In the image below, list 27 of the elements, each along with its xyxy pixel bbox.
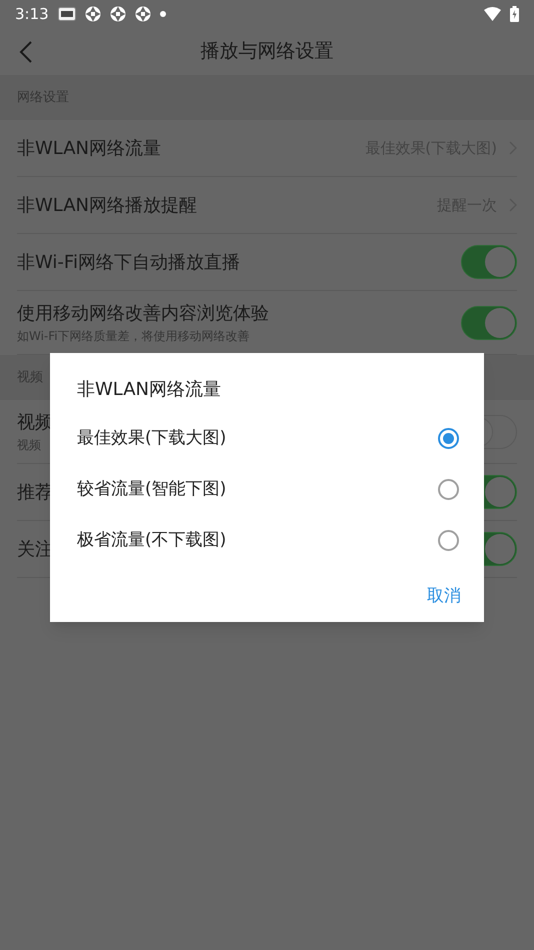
radio-button[interactable] [438, 479, 459, 500]
setting-label: 使用移动网络改善内容浏览体验 [17, 302, 269, 326]
radio-option[interactable]: 较省流量(智能下图) [77, 464, 457, 515]
option-label: 最佳效果(下载大图) [77, 426, 226, 450]
wifi-icon [484, 7, 501, 21]
page-title: 播放与网络设置 [200, 39, 334, 64]
news-app-icon [58, 7, 76, 21]
app-notification-icon [84, 6, 101, 22]
option-label: 极省流量(不下载图) [77, 528, 226, 552]
radio-option[interactable]: 最佳效果(下载大图) [77, 413, 457, 464]
battery-icon [510, 6, 519, 22]
setting-label: 非Wi-Fi网络下自动播放直播 [17, 250, 240, 274]
status-time: 3:13 [15, 4, 49, 25]
setting-label: 非WLAN网络流量 [17, 136, 162, 160]
radio-button[interactable] [438, 530, 459, 551]
app-notification-icon [110, 6, 126, 22]
dialog-title: 非WLAN网络流量 [77, 378, 222, 402]
toggle-switch[interactable] [461, 306, 517, 340]
dot-icon [160, 11, 166, 17]
toggle-switch[interactable] [461, 245, 517, 279]
app-notification-icon [134, 6, 151, 22]
radio-option[interactable]: 极省流量(不下载图) [77, 515, 457, 566]
option-label: 较省流量(智能下图) [77, 478, 226, 501]
cancel-button[interactable]: 取消 [425, 584, 463, 610]
settings-row[interactable]: 非Wi-Fi网络下自动播放直播 [17, 234, 517, 291]
radio-button[interactable] [438, 428, 459, 449]
setting-label: 非WLAN网络播放提醒 [17, 194, 198, 218]
